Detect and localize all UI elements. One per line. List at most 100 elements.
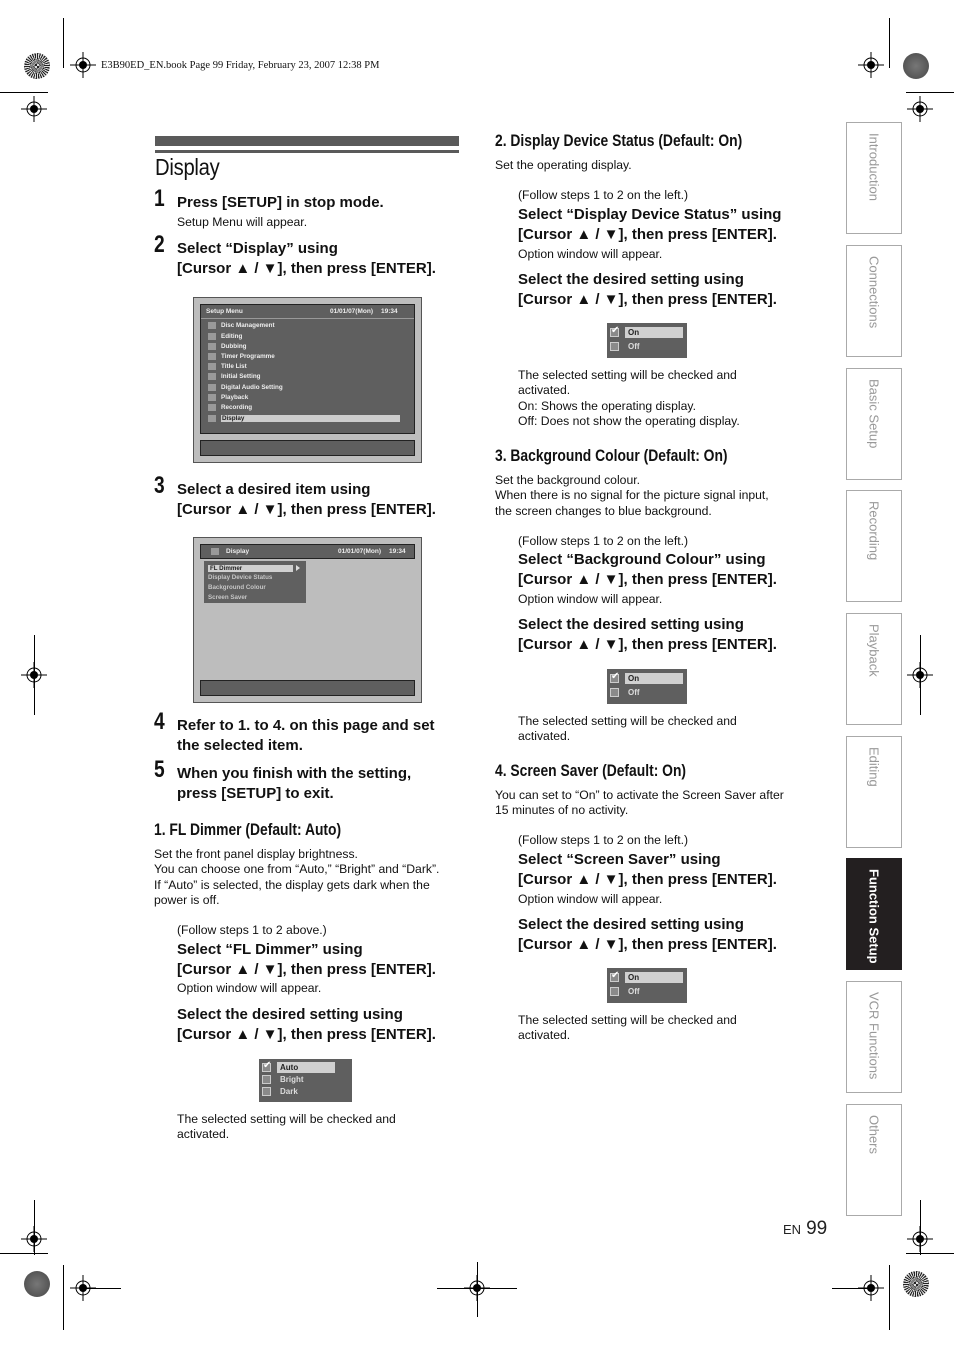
tab-introduction[interactable]: Introduction (846, 122, 902, 234)
step-text: When you finish with the setting, press … (177, 764, 411, 803)
tab-basic-setup[interactable]: Basic Setup (846, 368, 902, 480)
tab-label: Recording (866, 501, 882, 561)
step-line: [Cursor ▲ / ▼], then press [ENTER]. (518, 290, 777, 308)
select-instruction: Select “Screen Saver” using [Cursor ▲ / … (518, 850, 777, 889)
menu-item[interactable]: Title List (208, 363, 247, 372)
screen-saver-option-window: On Off (607, 968, 687, 1003)
display-icon (211, 548, 219, 555)
checkbox[interactable] (610, 342, 619, 351)
result-note: The selected setting will be checked and… (177, 1112, 396, 1143)
result-note: The selected setting will be checked and… (518, 1013, 737, 1044)
editing-icon (208, 332, 216, 340)
step-number: 3 (154, 472, 165, 499)
star-target-icon (903, 1271, 929, 1297)
step-line: [Cursor ▲ / ▼], then press [ENTER]. (177, 500, 436, 518)
tab-connections[interactable]: Connections (846, 245, 902, 357)
step-number: 1 (154, 185, 165, 212)
option-row[interactable]: Off (610, 341, 690, 353)
option-row[interactable]: Bright (262, 1074, 355, 1086)
crosshair-icon (21, 96, 47, 122)
desc-line: power is off. (154, 892, 220, 907)
checkbox[interactable] (262, 1075, 271, 1084)
desired-instruction: Select the desired setting using [Cursor… (518, 615, 777, 654)
setup-menu-screen: Setup Menu 01/01/07(Mon) 19:34 Disc Mana… (193, 297, 422, 463)
menu-item-selected[interactable]: Display (208, 415, 400, 424)
display-item[interactable]: Background Colour (208, 584, 266, 591)
checkbox-checked[interactable] (262, 1060, 271, 1072)
section-heading: 2. Display Device Status (Default: On) (495, 132, 743, 150)
tab-function-setup[interactable]: Function Setup (846, 858, 902, 970)
result-note: The selected setting will be checked and… (518, 368, 740, 429)
screen-title: Setup Menu (206, 308, 243, 315)
dubbing-icon (208, 343, 216, 350)
page-number: EN 99 (783, 1218, 827, 1240)
tab-playback[interactable]: Playback (846, 613, 902, 725)
color-target-icon (24, 1271, 50, 1297)
display-item[interactable]: Screen Saver (208, 594, 247, 601)
menu-item[interactable]: Editing (208, 332, 242, 342)
menu-item[interactable]: Disc Management (208, 322, 275, 331)
screen-status-bar (200, 440, 415, 456)
option-note: Option window will appear. (177, 981, 322, 995)
step-line: [Cursor ▲ / ▼], then press [ENTER]. (177, 1025, 436, 1043)
page-title: Display (155, 154, 220, 180)
option-row[interactable]: Dark (262, 1086, 355, 1098)
step-line: Select the desired setting using (518, 616, 744, 633)
checkbox[interactable] (262, 1087, 271, 1096)
step-number: 5 (154, 756, 165, 783)
step-number: 2 (154, 231, 165, 258)
option-row[interactable]: On (610, 671, 690, 685)
timer-icon (208, 353, 216, 360)
tab-label: Connections (866, 256, 882, 329)
background-colour-option-window: On Off (607, 669, 687, 704)
checkbox[interactable] (610, 688, 619, 697)
display-item-selected[interactable]: FL Dimmer (208, 565, 293, 572)
result-line: activated. (518, 383, 571, 398)
result-line: activated. (518, 1028, 571, 1043)
option-row[interactable]: Off (610, 986, 690, 998)
menu-item[interactable]: Dubbing (208, 343, 247, 352)
desc-line: 15 minutes of no activity. (495, 803, 629, 818)
checkbox-checked[interactable] (610, 671, 619, 683)
desc-line: Set the front panel display brightness. (154, 847, 358, 861)
crosshair-icon (70, 52, 96, 78)
tab-vcr-functions[interactable]: VCR Functions (846, 981, 902, 1093)
section-description: Set the background colour. When there is… (495, 473, 769, 519)
display-icon (208, 415, 216, 422)
option-row[interactable]: On (610, 970, 690, 984)
print-header: E3B90ED_EN.book Page 99 Friday, February… (101, 60, 380, 71)
menu-item[interactable]: Initial Setting (208, 373, 261, 382)
tab-label: VCR Functions (866, 992, 882, 1080)
option-row[interactable]: Auto (262, 1060, 355, 1074)
star-target-icon (24, 53, 50, 79)
section-description: You can set to “On” to activate the Scre… (495, 788, 784, 819)
display-item[interactable]: Display Device Status (208, 574, 272, 581)
select-instruction: Select “Background Colour” using [Cursor… (518, 550, 777, 589)
tab-editing[interactable]: Editing (846, 736, 902, 848)
checkbox-checked[interactable] (610, 970, 619, 982)
tab-others[interactable]: Others (846, 1104, 902, 1216)
checkbox[interactable] (610, 987, 619, 996)
option-note: Option window will appear. (518, 247, 663, 261)
option-row[interactable]: Off (610, 687, 690, 699)
follow-note: (Follow steps 1 to 2 on the left.) (518, 534, 689, 548)
result-line: The selected setting will be checked and (518, 1013, 737, 1027)
step-line: Select “Display Device Status” using (518, 206, 782, 223)
menu-item[interactable]: Timer Programme (208, 353, 275, 362)
menu-item[interactable]: Recording (208, 404, 252, 413)
page-number-value: 99 (806, 1218, 828, 1239)
step-line: Select the desired setting using (518, 916, 744, 933)
tab-recording[interactable]: Recording (846, 490, 902, 602)
tab-label: Others (866, 1115, 882, 1155)
menu-item[interactable]: Playback (208, 394, 248, 403)
step-text: Select “Display” using [Cursor ▲ / ▼], t… (177, 239, 436, 278)
crosshair-icon (858, 52, 884, 78)
desc-line: If “Auto” is selected, the display gets … (154, 877, 430, 892)
desired-instruction: Select the desired setting using [Cursor… (518, 915, 777, 954)
result-line: The selected setting will be checked and (518, 368, 737, 382)
screen-date: 01/01/07(Mon) (338, 548, 381, 555)
section-description: Set the operating display. (495, 158, 632, 172)
checkbox-checked[interactable] (610, 325, 619, 337)
menu-item[interactable]: Digital Audio Setting (208, 384, 283, 393)
option-row[interactable]: On (610, 325, 690, 339)
